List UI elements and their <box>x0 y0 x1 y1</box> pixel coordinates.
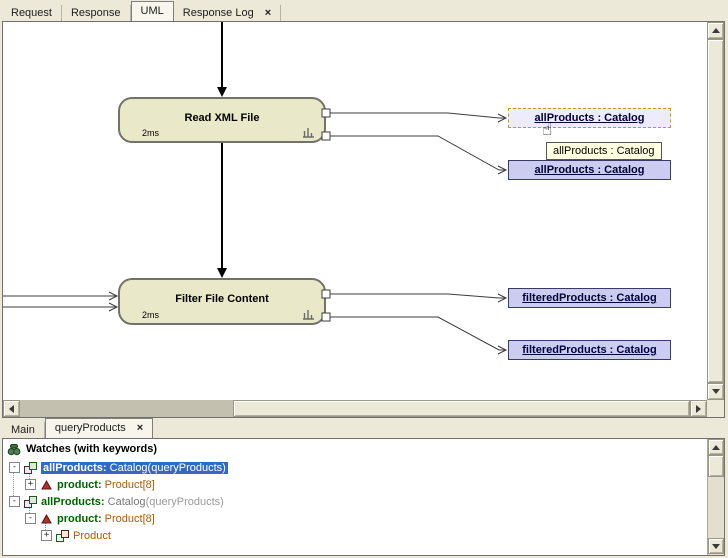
close-tab-icon[interactable]: × <box>265 7 271 19</box>
scroll-down-button[interactable] <box>707 383 724 400</box>
scroll-right-button[interactable] <box>690 400 707 417</box>
output-filteredproducts-1[interactable]: filteredProducts : Catalog <box>508 288 671 308</box>
scrollbar-corner <box>707 400 724 417</box>
close-tab-icon[interactable]: × <box>137 422 143 434</box>
tab-response-log[interactable]: Response Log× <box>174 5 281 21</box>
tab-response[interactable]: Response <box>62 5 131 21</box>
diagram-canvas: Read XML File 2ms Filter File Content 2m… <box>2 21 725 418</box>
tab-queryproducts[interactable]: queryProducts× <box>45 418 153 438</box>
up-arrow-icon <box>712 445 720 450</box>
watches-title: Watches (with keywords) <box>26 443 157 455</box>
scroll-down-button[interactable] <box>708 538 724 554</box>
node-title: Read XML File <box>120 99 324 124</box>
scroll-up-button[interactable] <box>707 22 724 39</box>
product-icon <box>40 479 53 491</box>
watches-scrollbar[interactable] <box>707 439 724 555</box>
tab-main[interactable]: Main <box>2 422 45 438</box>
watches-panel: Watches (with keywords) - allProducts: C… <box>2 438 725 556</box>
catalog-icon <box>24 462 37 474</box>
top-tabbar: Request Response UML Response Log× <box>0 0 728 21</box>
collapse-icon[interactable]: - <box>9 496 20 507</box>
node-filter-file-content[interactable]: Filter File Content 2ms <box>118 278 326 325</box>
left-arrow-icon <box>9 405 14 413</box>
hand-cursor-icon: ☝ <box>542 120 552 140</box>
output-allproducts-1[interactable]: allProducts : Catalog <box>508 108 671 128</box>
node-title: Filter File Content <box>120 280 324 305</box>
watch-row-allproducts-2[interactable]: - allProducts: Catalog(queryProducts) <box>3 493 707 510</box>
diagram-viewport[interactable]: Read XML File 2ms Filter File Content 2m… <box>3 22 707 400</box>
output-allproducts-2[interactable]: allProducts : Catalog <box>508 160 671 180</box>
catalog-icon <box>24 496 37 508</box>
timing-icon <box>302 309 315 320</box>
node-duration: 2ms <box>142 310 159 320</box>
watch-row-product-type[interactable]: + Product <box>3 527 707 544</box>
collapse-icon[interactable]: - <box>25 513 36 524</box>
selected-watch-text: allProducts: Catalog(queryProducts) <box>41 462 228 474</box>
tooltip: allProducts : Catalog <box>546 142 662 160</box>
watch-row-product-1[interactable]: + product: Product[8] <box>3 476 707 493</box>
expand-icon[interactable]: + <box>41 530 52 541</box>
watches-header: Watches (with keywords) <box>3 439 724 459</box>
bottom-tabbar: Main queryProducts× <box>2 418 726 438</box>
node-duration: 2ms <box>142 128 159 138</box>
watch-row-allproducts-1[interactable]: - allProducts: Catalog(queryProducts) <box>3 459 707 476</box>
watch-icon <box>7 443 21 456</box>
horizontal-scrollbar[interactable] <box>3 400 707 417</box>
watches-tree: - allProducts: Catalog(queryProducts) + … <box>3 459 707 555</box>
down-arrow-icon <box>712 544 720 549</box>
tab-uml[interactable]: UML <box>131 1 174 21</box>
right-arrow-icon <box>696 405 701 413</box>
vertical-scrollbar[interactable] <box>707 22 724 400</box>
output-filteredproducts-2[interactable]: filteredProducts : Catalog <box>508 340 671 360</box>
expand-icon[interactable]: + <box>25 479 36 490</box>
scroll-up-button[interactable] <box>708 439 724 455</box>
tab-request[interactable]: Request <box>2 5 62 21</box>
collapse-icon[interactable]: - <box>9 462 20 473</box>
vertical-scroll-thumb[interactable] <box>707 39 724 383</box>
horizontal-scroll-thumb[interactable] <box>233 400 690 417</box>
product-icon <box>40 513 53 525</box>
watch-row-product-2[interactable]: - product: Product[8] <box>3 510 707 527</box>
timing-icon <box>302 127 315 138</box>
scroll-left-button[interactable] <box>3 400 20 417</box>
class-icon <box>56 530 69 542</box>
up-arrow-icon <box>712 28 720 33</box>
node-read-xml-file[interactable]: Read XML File 2ms <box>118 97 326 143</box>
app-window: Request Response UML Response Log× Read … <box>0 0 728 558</box>
down-arrow-icon <box>712 389 720 394</box>
watches-scroll-thumb[interactable] <box>708 455 724 477</box>
